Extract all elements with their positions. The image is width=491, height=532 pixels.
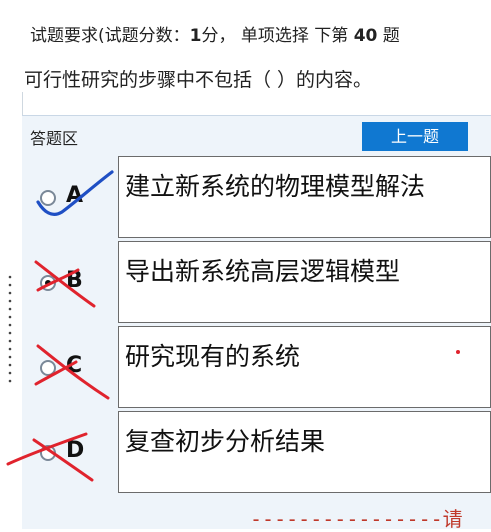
option-c-selector[interactable]: C xyxy=(22,326,118,408)
option-c-text: 研究现有的系统 xyxy=(125,342,301,371)
option-d-selector[interactable]: D xyxy=(22,411,118,493)
question-meta-text: 试题要求(试题分数：1分， 单项选择 下第 40 题 xyxy=(30,26,400,46)
previous-question-button[interactable]: 上一题 xyxy=(362,122,468,151)
option-a[interactable]: A 建立新系统的物理模型解法 xyxy=(22,156,491,238)
option-a-selector[interactable]: A xyxy=(22,156,118,238)
option-b-text: 导出新系统高层逻辑模型 xyxy=(125,257,401,286)
option-d-box[interactable]: 复查初步分析结果 xyxy=(118,411,491,493)
option-d-text: 复查初步分析结果 xyxy=(125,427,326,456)
option-c-box[interactable]: 研究现有的系统 xyxy=(118,326,491,408)
option-c-radio[interactable] xyxy=(40,360,56,376)
option-d-letter: D xyxy=(66,438,85,463)
answer-area: 答题区 上一题 A 建立新系统的物理模型解法 B 导出新系统高层逻辑模型 C 研… xyxy=(22,115,491,529)
question-text: 可行性研究的步骤中不包括（ ）的内容。 xyxy=(24,69,373,91)
option-b-box[interactable]: 导出新系统高层逻辑模型 xyxy=(118,241,491,323)
question-meta: 试题要求(试题分数：1分， 单项选择 下第 40 题 xyxy=(0,0,491,63)
question-stem: 可行性研究的步骤中不包括（ ）的内容。 xyxy=(0,62,491,92)
answer-area-title: 答题区 xyxy=(30,129,79,148)
option-d-radio[interactable] xyxy=(40,445,56,461)
option-d[interactable]: D 复查初步分析结果 xyxy=(22,411,491,493)
option-a-radio[interactable] xyxy=(40,190,56,206)
option-b[interactable]: B 导出新系统高层逻辑模型 xyxy=(22,241,491,323)
option-b-radio[interactable] xyxy=(40,275,56,291)
option-b-letter: B xyxy=(66,268,83,293)
side-dotted-rule xyxy=(8,275,12,383)
option-c[interactable]: C 研究现有的系统 xyxy=(22,326,491,408)
option-a-text: 建立新系统的物理模型解法 xyxy=(125,172,426,201)
option-a-letter: A xyxy=(66,183,84,208)
answer-area-header: 答题区 上一题 xyxy=(22,116,491,156)
option-b-selector[interactable]: B xyxy=(22,241,118,323)
option-a-box[interactable]: 建立新系统的物理模型解法 xyxy=(118,156,491,238)
option-c-letter: C xyxy=(66,353,83,378)
